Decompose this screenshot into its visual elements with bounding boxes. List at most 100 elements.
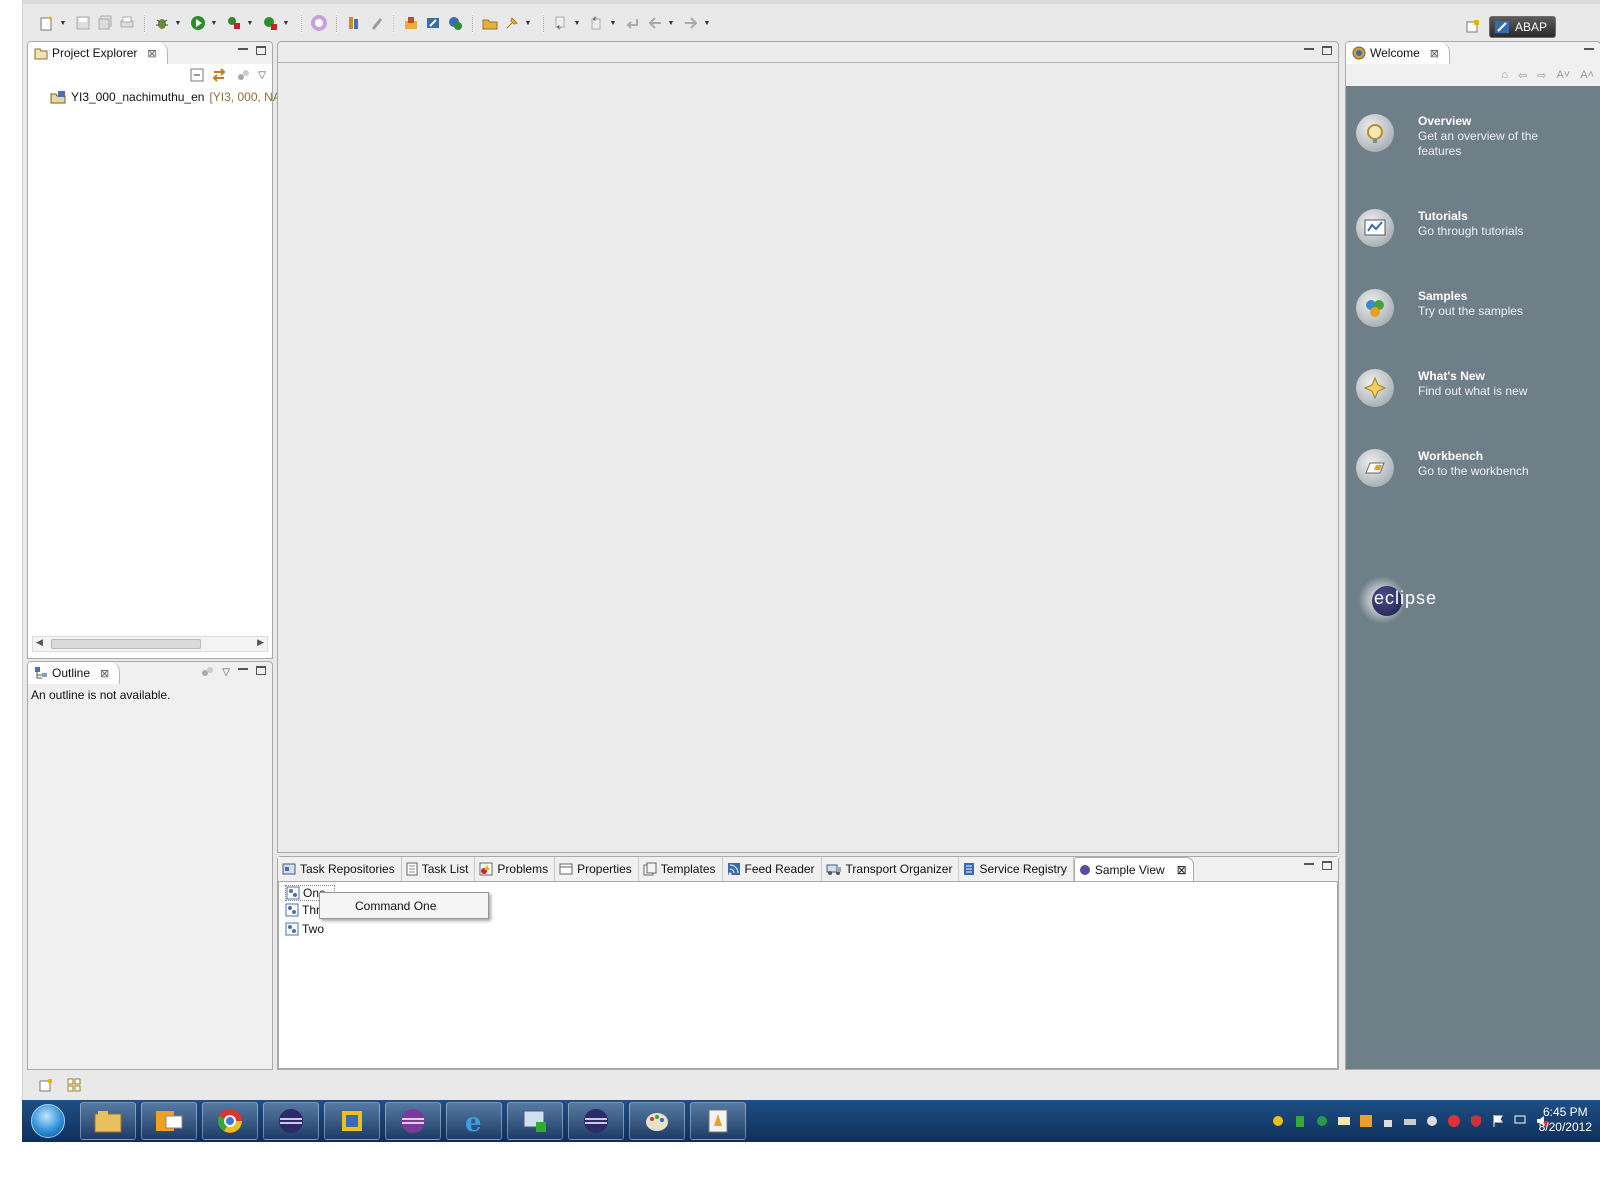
explorer-icon[interactable] xyxy=(80,1102,136,1140)
abap-project-icon[interactable] xyxy=(344,13,364,33)
debug-icon[interactable] xyxy=(152,13,172,33)
view-menu-icon[interactable]: ▽ xyxy=(222,666,230,678)
maximize-icon[interactable] xyxy=(1322,861,1332,870)
printer-icon[interactable] xyxy=(1402,1113,1418,1129)
start-button[interactable] xyxy=(26,1101,70,1141)
minimize-icon[interactable] xyxy=(1304,863,1314,873)
sap-logon-icon[interactable] xyxy=(324,1102,380,1140)
pen-icon[interactable] xyxy=(366,13,386,33)
maximize-icon[interactable] xyxy=(256,46,266,55)
tab-problems[interactable]: Problems xyxy=(475,857,556,881)
next-annotation-icon[interactable] xyxy=(551,13,571,33)
show-views-icon[interactable] xyxy=(67,1078,81,1092)
welcome-item-overview[interactable]: Overview Get an overview of the features xyxy=(1356,114,1548,159)
maximize-icon[interactable] xyxy=(256,666,266,675)
close-icon[interactable]: ⊠ xyxy=(147,47,156,60)
welcome-item-samples[interactable]: Samples Try out the samples xyxy=(1356,289,1548,327)
chrome-icon[interactable] xyxy=(202,1102,258,1140)
filter-icon[interactable] xyxy=(236,68,250,82)
tab-outline[interactable]: Outline ⊠ xyxy=(28,662,121,684)
previous-annotation-icon[interactable] xyxy=(587,13,607,33)
tab-properties[interactable]: Properties xyxy=(555,857,639,881)
network-activity-icon[interactable] xyxy=(1270,1113,1286,1129)
debug-dropdown-icon[interactable]: ▼ xyxy=(174,13,182,33)
tab-project-explorer[interactable]: Project Explorer ⊠ xyxy=(28,42,168,64)
pin-dropdown-icon[interactable]: ▼ xyxy=(524,13,532,33)
minimize-icon[interactable] xyxy=(238,48,248,58)
link-with-editor-icon[interactable] xyxy=(212,68,228,82)
internet-explorer-icon[interactable]: e xyxy=(446,1102,502,1140)
minimize-icon[interactable] xyxy=(238,668,248,678)
sap-gui-icon[interactable] xyxy=(690,1102,746,1140)
next-annotation-dropdown-icon[interactable]: ▼ xyxy=(573,13,581,33)
minimize-icon[interactable] xyxy=(1584,48,1594,58)
scroll-right-icon[interactable]: ▶ xyxy=(257,637,264,648)
sync-icon[interactable] xyxy=(1314,1113,1330,1129)
tab-feed-reader[interactable]: Feed Reader xyxy=(723,857,822,881)
open-object-icon[interactable] xyxy=(423,13,443,33)
tab-transport-organizer[interactable]: Transport Organizer xyxy=(822,857,960,881)
context-menu-item-command-one[interactable]: Command One xyxy=(355,899,436,913)
close-icon[interactable]: ⊠ xyxy=(100,667,109,680)
back-icon[interactable]: ⇦ xyxy=(1518,69,1527,82)
system-clock[interactable]: 6:45 PM 8/20/2012 xyxy=(1539,1105,1592,1135)
new-dropdown-icon[interactable]: ▼ xyxy=(59,13,67,33)
eclipse-icon[interactable] xyxy=(263,1102,319,1140)
view-menu-icon[interactable]: ▽ xyxy=(258,70,266,81)
run-dropdown-icon[interactable]: ▼ xyxy=(210,13,218,33)
tab-task-repositories[interactable]: Task Repositories xyxy=(278,857,402,881)
back-icon[interactable] xyxy=(645,13,665,33)
open-perspective-icon[interactable] xyxy=(1463,17,1483,37)
print-icon[interactable] xyxy=(117,13,137,33)
run-icon[interactable] xyxy=(188,13,208,33)
paint-icon[interactable] xyxy=(629,1102,685,1140)
battery-icon[interactable] xyxy=(1292,1113,1308,1129)
open-type-icon[interactable] xyxy=(401,13,421,33)
tab-task-list[interactable]: Task List xyxy=(402,857,476,881)
run-test-icon[interactable] xyxy=(445,13,465,33)
close-icon[interactable]: ⊠ xyxy=(1430,47,1439,60)
action-center-flag-icon[interactable] xyxy=(1490,1113,1506,1129)
minimize-icon[interactable] xyxy=(1304,48,1314,58)
forward-icon[interactable] xyxy=(681,13,701,33)
coverage-dropdown-icon[interactable]: ▼ xyxy=(282,13,290,33)
pin-icon[interactable] xyxy=(502,13,522,33)
network-icon[interactable] xyxy=(1512,1113,1528,1129)
remote-desktop-icon[interactable] xyxy=(507,1102,563,1140)
plugin-icon[interactable] xyxy=(309,13,329,33)
eclipse-icon[interactable] xyxy=(568,1102,624,1140)
home-icon[interactable]: ⌂ xyxy=(1501,69,1508,82)
outlook-tray-icon[interactable] xyxy=(1358,1113,1374,1129)
previous-annotation-dropdown-icon[interactable]: ▼ xyxy=(609,13,617,33)
scroll-left-icon[interactable]: ◀ xyxy=(36,637,43,648)
new-wizard-icon[interactable] xyxy=(37,13,57,33)
mail-icon[interactable] xyxy=(1336,1113,1352,1129)
increase-font-icon[interactable]: A˄ xyxy=(1580,69,1594,82)
close-icon[interactable]: ⊠ xyxy=(1177,863,1187,877)
open-folder-icon[interactable] xyxy=(480,13,500,33)
external-tools-dropdown-icon[interactable]: ▼ xyxy=(246,13,254,33)
lock-icon[interactable] xyxy=(1380,1113,1396,1129)
abap-perspective-button[interactable]: ABAP xyxy=(1488,16,1556,38)
welcome-item-workbench[interactable]: Workbench Go to the workbench xyxy=(1356,449,1548,487)
outlook-icon[interactable] xyxy=(141,1102,197,1140)
forward-dropdown-icon[interactable]: ▼ xyxy=(703,13,711,33)
external-tools-icon[interactable] xyxy=(224,13,244,33)
back-dropdown-icon[interactable]: ▼ xyxy=(667,13,675,33)
tab-sample-view[interactable]: Sample View ⊠ xyxy=(1073,857,1194,881)
save-all-icon[interactable] xyxy=(95,13,115,33)
fast-view-icon[interactable] xyxy=(39,1078,53,1092)
coverage-icon[interactable] xyxy=(260,13,280,33)
tab-welcome[interactable]: Welcome ⊠ xyxy=(1346,42,1451,64)
shield-icon[interactable] xyxy=(1468,1113,1484,1129)
welcome-item-tutorials[interactable]: Tutorials Go through tutorials xyxy=(1356,209,1548,247)
forward-icon[interactable]: ⇨ xyxy=(1537,69,1546,82)
scrollbar-thumb[interactable] xyxy=(51,639,201,649)
eclipse-purple-icon[interactable] xyxy=(385,1102,441,1140)
tree-item-project[interactable]: YI3_000_nachimuthu_en [YI3, 000, NAC xyxy=(50,90,290,104)
save-icon[interactable] xyxy=(73,13,93,33)
collapse-all-icon[interactable] xyxy=(190,68,204,82)
list-item[interactable]: Two xyxy=(285,922,324,936)
decrease-font-icon[interactable]: A˅ xyxy=(1556,69,1570,82)
bluetooth-icon[interactable] xyxy=(1424,1113,1440,1129)
